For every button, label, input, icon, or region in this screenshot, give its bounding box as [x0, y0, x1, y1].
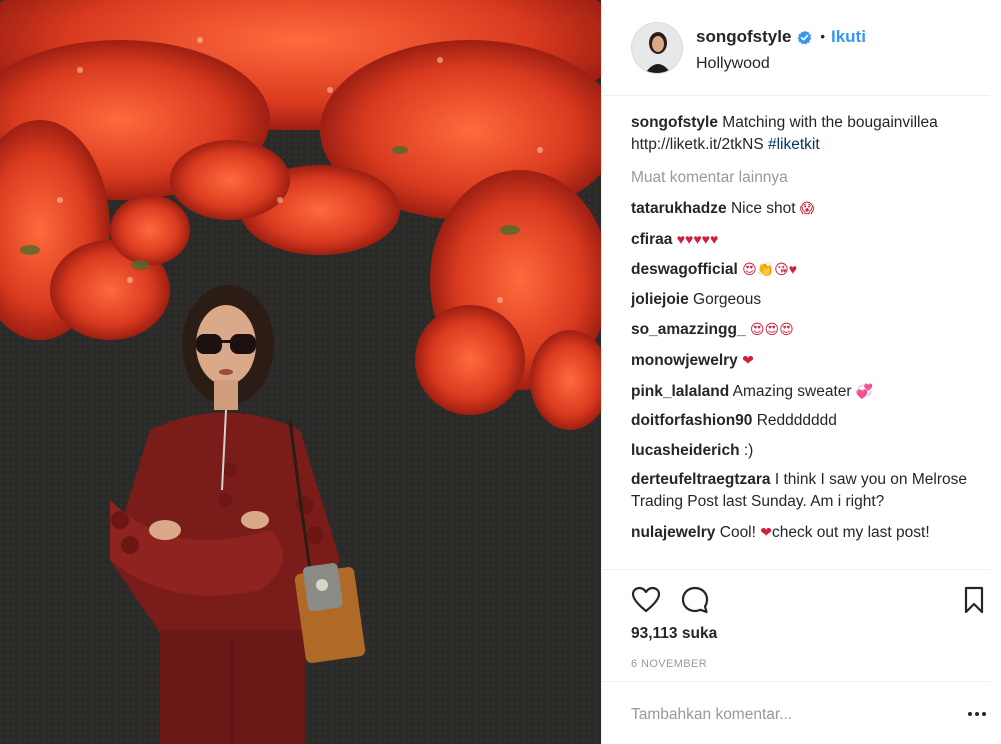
comment-emoji: 😍😍😍: [749, 321, 794, 338]
comments-list[interactable]: songofstyle Matching with the bougainvil…: [631, 112, 989, 568]
comment-emoji: ❤: [760, 523, 772, 540]
post-photo[interactable]: [0, 0, 601, 744]
comment-item: deswagofficial 😍👏😘♥: [631, 258, 989, 281]
comment-username[interactable]: pink_lalaland: [631, 383, 729, 400]
comment-username[interactable]: joliejoie: [631, 291, 689, 308]
avatar[interactable]: [631, 22, 683, 74]
more-options-icon[interactable]: [965, 706, 989, 722]
comment-text: Reddddddd: [756, 412, 837, 430]
comment-item: doitforfashion90 Reddddddd: [631, 410, 989, 432]
post-date[interactable]: 6 NOVEMBER: [631, 658, 707, 670]
comment-item: monowjewelry ❤: [631, 349, 989, 372]
heart-outline-icon[interactable]: [630, 584, 662, 616]
photo-artwork: [0, 0, 601, 744]
add-comment-section: [602, 681, 990, 744]
comment-text: Amazing sweater: [732, 382, 852, 400]
comment-emoji: 😍👏😘♥: [742, 261, 798, 278]
comment-item: joliejoie Gorgeous: [631, 289, 989, 311]
comment-item: lucasheiderich :): [631, 440, 989, 462]
caption-hashtag[interactable]: #liketkit: [768, 136, 820, 153]
comment-username[interactable]: cfiraa: [631, 231, 672, 248]
avatar-image: [632, 23, 682, 73]
comment-input[interactable]: [631, 704, 931, 726]
header-text: songofstyle • Ikuti Hollywood: [696, 26, 866, 74]
post-caption: songofstyle Matching with the bougainvil…: [631, 112, 989, 156]
speech-bubble-icon[interactable]: [679, 584, 711, 616]
comment-text-after: check out my last post!: [771, 523, 930, 541]
post-username[interactable]: songofstyle: [696, 26, 791, 48]
comment-username[interactable]: derteufeltraegtzara: [631, 471, 771, 488]
comment-text: Nice shot: [730, 200, 796, 217]
comment-text: Gorgeous: [693, 290, 762, 308]
post-location[interactable]: Hollywood: [696, 54, 866, 74]
comment-item: cfiraa ♥♥♥♥♥: [631, 228, 989, 251]
comment-text: Cool!: [719, 523, 756, 541]
comment-emoji: ♥♥♥♥♥: [676, 230, 719, 247]
comment-username[interactable]: tatarukhadze: [631, 200, 727, 217]
comment-item: derteufeltraegtzara I think I saw you on…: [631, 469, 989, 513]
comment-text: :): [743, 441, 754, 459]
comment-username[interactable]: deswagofficial: [631, 261, 738, 278]
comment-username[interactable]: doitforfashion90: [631, 412, 752, 429]
post-actions: 93,113 suka 6 NOVEMBER: [602, 569, 990, 681]
follow-button[interactable]: Ikuti: [831, 26, 866, 48]
comment-item: pink_lalaland Amazing sweater 💞: [631, 380, 989, 403]
verified-badge-icon: [797, 29, 812, 45]
post-header: songofstyle • Ikuti Hollywood: [602, 0, 990, 96]
separator-dot: •: [820, 29, 825, 44]
comment-username[interactable]: lucasheiderich: [631, 442, 740, 459]
comment-emoji: 💞: [855, 382, 874, 399]
comment-emoji: 😱: [799, 200, 815, 216]
comment-emoji: ❤: [742, 351, 754, 368]
post-panel: songofstyle • Ikuti Hollywood songofstyl…: [601, 0, 1001, 744]
comment-item: nulajewelry Cool! ❤check out my last pos…: [631, 521, 989, 544]
comment-item: tatarukhadze Nice shot 😱: [631, 197, 989, 220]
comment-item: so_amazzingg_ 😍😍😍: [631, 318, 989, 341]
bookmark-icon[interactable]: [958, 584, 990, 616]
load-more-comments[interactable]: Muat komentar lainnya: [631, 167, 989, 189]
caption-username[interactable]: songofstyle: [631, 114, 718, 131]
comment-username[interactable]: so_amazzingg_: [631, 321, 746, 338]
comment-username[interactable]: monowjewelry: [631, 352, 738, 369]
comment-username[interactable]: nulajewelry: [631, 524, 715, 541]
likes-count[interactable]: 93,113 suka: [631, 625, 717, 643]
